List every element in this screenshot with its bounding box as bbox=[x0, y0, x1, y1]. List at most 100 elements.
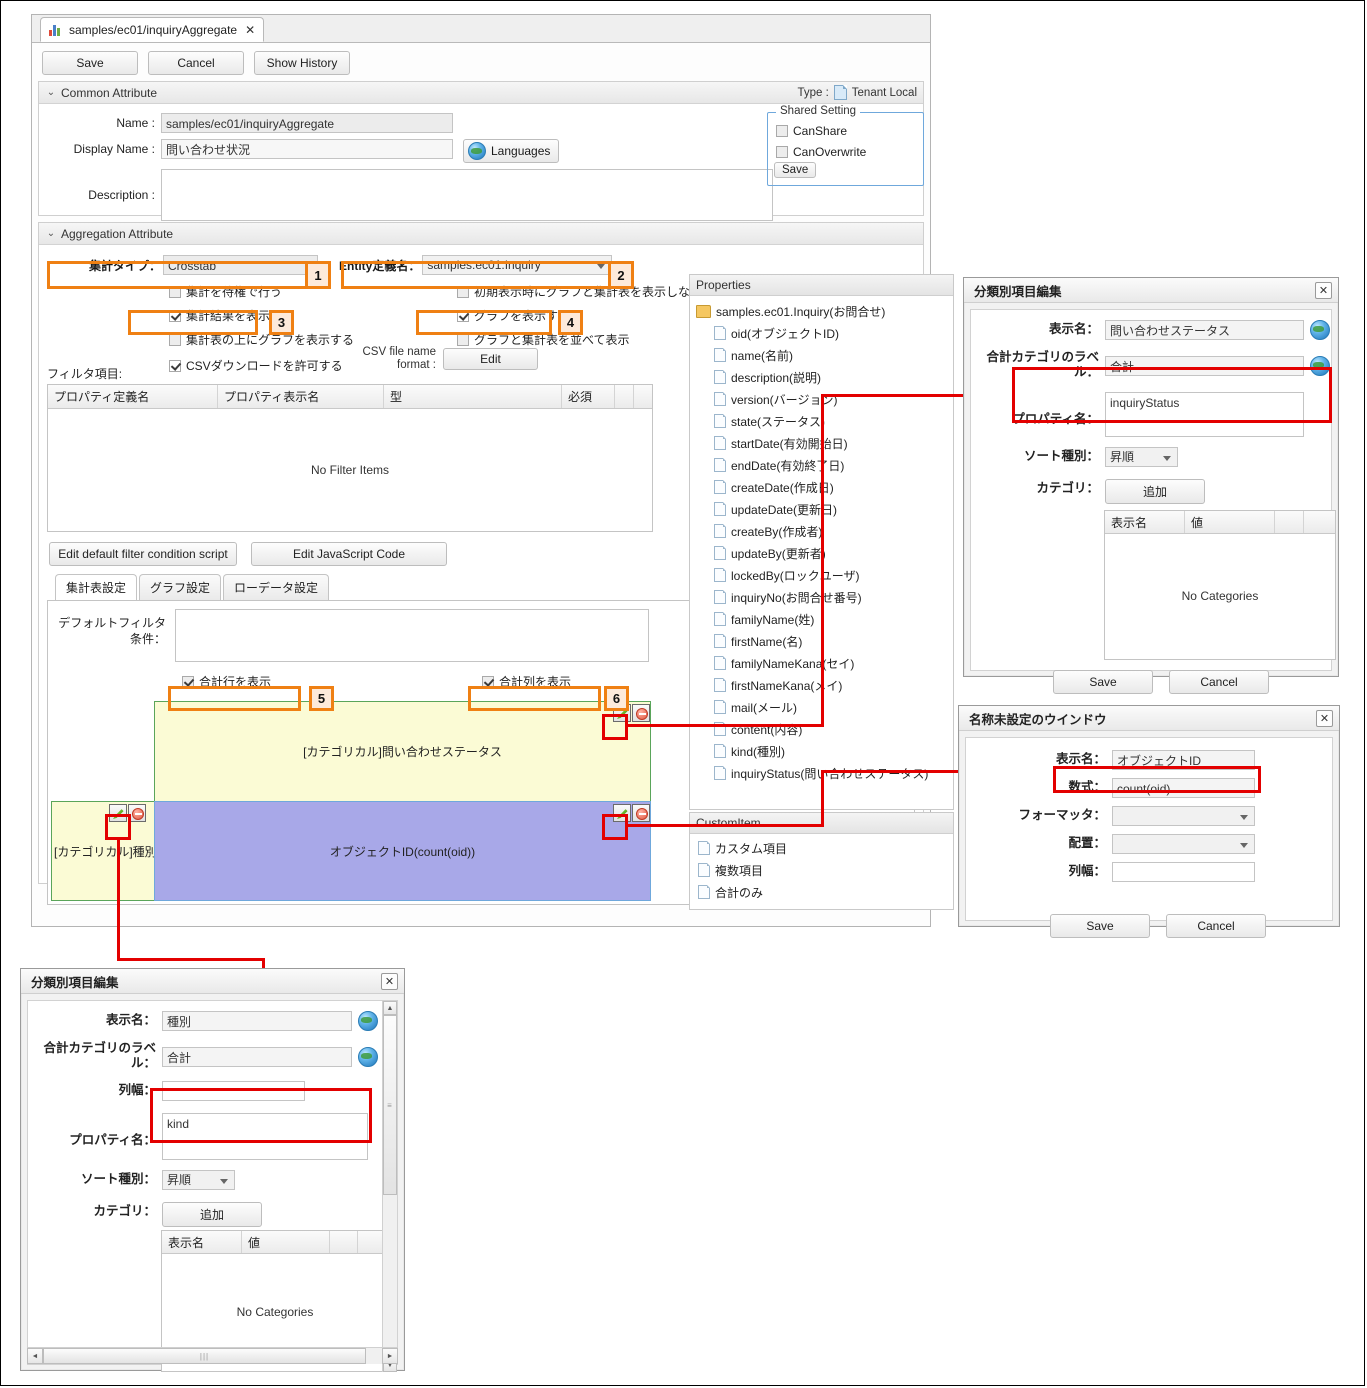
edit-js-button[interactable]: Edit JavaScript Code bbox=[251, 542, 447, 566]
measure-formula-input[interactable]: count(oid) bbox=[1112, 778, 1255, 798]
cancel-button[interactable]: Cancel bbox=[148, 51, 244, 75]
type-value: Tenant Local bbox=[851, 86, 917, 99]
agg-type-input[interactable]: Crosstab bbox=[163, 255, 319, 275]
tab-rawdata-settings[interactable]: ローデータ設定 bbox=[223, 574, 330, 600]
file-icon bbox=[714, 744, 726, 758]
property-label: updateBy(更新者) bbox=[731, 546, 826, 561]
total-row-checkbox[interactable] bbox=[182, 675, 194, 688]
canshare-checkbox[interactable] bbox=[776, 125, 788, 137]
kind-sort-select[interactable]: 昇順 bbox=[162, 1170, 235, 1190]
total-col-checkbox[interactable] bbox=[482, 675, 494, 688]
globe-icon[interactable] bbox=[1310, 320, 1330, 340]
measure-formula-label: 数式： bbox=[1068, 780, 1106, 794]
cb-no-initial-row[interactable]: 初期表示時にグラフと集計表を表示しない bbox=[457, 283, 702, 300]
total-row-checkbox-row[interactable]: 合計行を表示 bbox=[182, 673, 271, 690]
status-cat-empty: No Categories bbox=[1181, 589, 1259, 603]
tab-inquiry-aggregate[interactable]: samples/ec01/inquiryAggregate ✕ bbox=[40, 17, 265, 42]
status-cancel-button[interactable]: Cancel bbox=[1169, 670, 1269, 694]
canoverwrite-row[interactable]: CanOverwrite bbox=[776, 145, 866, 159]
status-add-category-button[interactable]: 追加 bbox=[1105, 479, 1205, 504]
scroll-left-arrow-icon[interactable]: ◄ bbox=[27, 1348, 43, 1364]
edit-row-category-icon[interactable] bbox=[109, 804, 127, 822]
entity-select[interactable]: samples.ec01.Inquiry bbox=[422, 255, 613, 275]
cb-no-initial[interactable] bbox=[457, 285, 469, 298]
cb-side-by-side[interactable] bbox=[457, 333, 469, 346]
kind-hscroll-thumb[interactable]: ||| bbox=[43, 1348, 366, 1364]
kind-vertical-scrollbar[interactable]: ▲ ≡ ▼ bbox=[382, 1001, 397, 1372]
name-input[interactable]: samples/ec01/inquiryAggregate bbox=[161, 113, 453, 133]
globe-icon[interactable] bbox=[358, 1047, 378, 1067]
measure-save-button[interactable]: Save bbox=[1050, 914, 1150, 938]
kind-add-category-button[interactable]: 追加 bbox=[162, 1202, 262, 1227]
document-tabstrip: samples/ec01/inquiryAggregate ✕ bbox=[32, 15, 930, 43]
globe-icon[interactable] bbox=[358, 1011, 378, 1031]
kind-display-name-input[interactable]: 種別 bbox=[162, 1011, 352, 1031]
close-icon[interactable]: ✕ bbox=[1316, 710, 1333, 727]
cb-show-result[interactable] bbox=[169, 309, 181, 322]
globe-icon[interactable] bbox=[1310, 356, 1330, 376]
close-icon[interactable]: ✕ bbox=[1315, 282, 1332, 299]
kind-category-label: カテゴリ： bbox=[93, 1204, 156, 1218]
crosstab-column-block[interactable]: [カテゴリカル]問い合わせステータス bbox=[154, 701, 651, 802]
list-item[interactable]: カスタム項目 bbox=[690, 837, 953, 859]
cb-privilege-row[interactable]: 集計を待権で行う bbox=[169, 283, 282, 300]
canoverwrite-checkbox[interactable] bbox=[776, 146, 788, 158]
cb-side-by-side-row[interactable]: グラフと集計表を並べて表示 bbox=[457, 331, 630, 348]
delete-measure-icon[interactable] bbox=[632, 804, 650, 822]
aggregation-attribute-header[interactable]: ⌄ Aggregation Attribute bbox=[39, 223, 923, 245]
kind-total-label-input[interactable]: 合計 bbox=[162, 1047, 352, 1067]
kind-property-label: プロパティ名： bbox=[69, 1133, 156, 1147]
measure-formatter-select[interactable] bbox=[1112, 806, 1255, 826]
measure-cancel-button[interactable]: Cancel bbox=[1166, 914, 1266, 938]
total-row-label: 合計行を表示 bbox=[199, 675, 272, 689]
delete-row-category-icon[interactable] bbox=[128, 804, 146, 822]
status-property-input[interactable]: inquiryStatus bbox=[1105, 392, 1304, 437]
shared-save-button[interactable]: Save bbox=[774, 162, 817, 178]
display-name-input[interactable]: 問い合わせ状況 bbox=[161, 139, 453, 159]
list-item[interactable]: oid(オブジェクトID) bbox=[690, 322, 953, 344]
list-item[interactable]: description(説明) bbox=[690, 366, 953, 388]
cb-privilege[interactable] bbox=[169, 285, 181, 298]
kind-property-input[interactable]: kind bbox=[162, 1113, 368, 1160]
list-item[interactable]: name(名前) bbox=[690, 344, 953, 366]
cb-graph-above-row[interactable]: 集計表の上にグラフを表示する bbox=[169, 331, 354, 348]
list-item[interactable]: 複数項目 bbox=[690, 859, 953, 881]
description-textarea[interactable] bbox=[161, 169, 773, 221]
kind-scroll-thumb[interactable]: ≡ bbox=[383, 1015, 397, 1195]
status-display-name-input[interactable]: 問い合わせステータス bbox=[1105, 320, 1304, 340]
status-total-label-row: 合計カテゴリのラベル： 合計 bbox=[971, 344, 1331, 384]
cb-show-graph-row[interactable]: グラフを表示する bbox=[457, 307, 570, 324]
show-history-button[interactable]: Show History bbox=[254, 51, 350, 75]
common-attribute-header[interactable]: ⌄ Common Attribute Type : Tenant Local bbox=[39, 82, 923, 104]
measure-display-name-input[interactable]: オブジェクトID bbox=[1112, 750, 1255, 770]
kind-horizontal-scrollbar[interactable]: ◄ ||| ► bbox=[27, 1347, 398, 1364]
scroll-up-arrow-icon[interactable]: ▲ bbox=[383, 1001, 397, 1015]
scroll-right-arrow-icon[interactable]: ► bbox=[382, 1348, 398, 1364]
kind-colwidth-input[interactable] bbox=[162, 1081, 305, 1101]
measure-align-select[interactable] bbox=[1112, 834, 1255, 854]
canshare-row[interactable]: CanShare bbox=[776, 124, 847, 138]
default-filter-textarea[interactable] bbox=[175, 609, 649, 662]
status-total-label-input[interactable]: 合計 bbox=[1105, 356, 1304, 376]
delete-column-category-icon[interactable] bbox=[632, 704, 650, 722]
crosstab-value-block[interactable]: オブジェクトID(count(oid)) bbox=[154, 801, 651, 901]
measure-colwidth-input[interactable] bbox=[1112, 862, 1255, 882]
close-icon[interactable]: ✕ bbox=[381, 973, 398, 990]
languages-button[interactable]: Languages bbox=[463, 139, 560, 163]
status-sort-select[interactable]: 昇順 bbox=[1105, 447, 1178, 467]
dialog-measure: 名称未設定のウインドウ ✕ 表示名： オブジェクトID 数式： count(oi… bbox=[958, 705, 1340, 938]
list-item[interactable]: 合計のみ bbox=[690, 881, 953, 903]
status-save-button[interactable]: Save bbox=[1053, 670, 1153, 694]
cb-show-graph[interactable] bbox=[457, 309, 469, 322]
edit-filter-script-button[interactable]: Edit default filter condition script bbox=[49, 542, 237, 566]
property-label: kind(種別) bbox=[731, 744, 786, 759]
tab-table-settings[interactable]: 集計表設定 bbox=[55, 574, 138, 600]
save-button[interactable]: Save bbox=[42, 51, 138, 75]
tree-root-node[interactable]: samples.ec01.Inquiry(お問合せ) bbox=[690, 300, 953, 322]
close-icon[interactable]: ✕ bbox=[245, 23, 255, 37]
cb-graph-above[interactable] bbox=[169, 333, 181, 346]
edit-measure-icon[interactable] bbox=[613, 804, 631, 822]
list-item[interactable]: kind(種別) bbox=[690, 740, 953, 762]
tab-graph-settings[interactable]: グラフ設定 bbox=[139, 574, 222, 600]
total-col-checkbox-row[interactable]: 合計列を表示 bbox=[482, 673, 571, 690]
